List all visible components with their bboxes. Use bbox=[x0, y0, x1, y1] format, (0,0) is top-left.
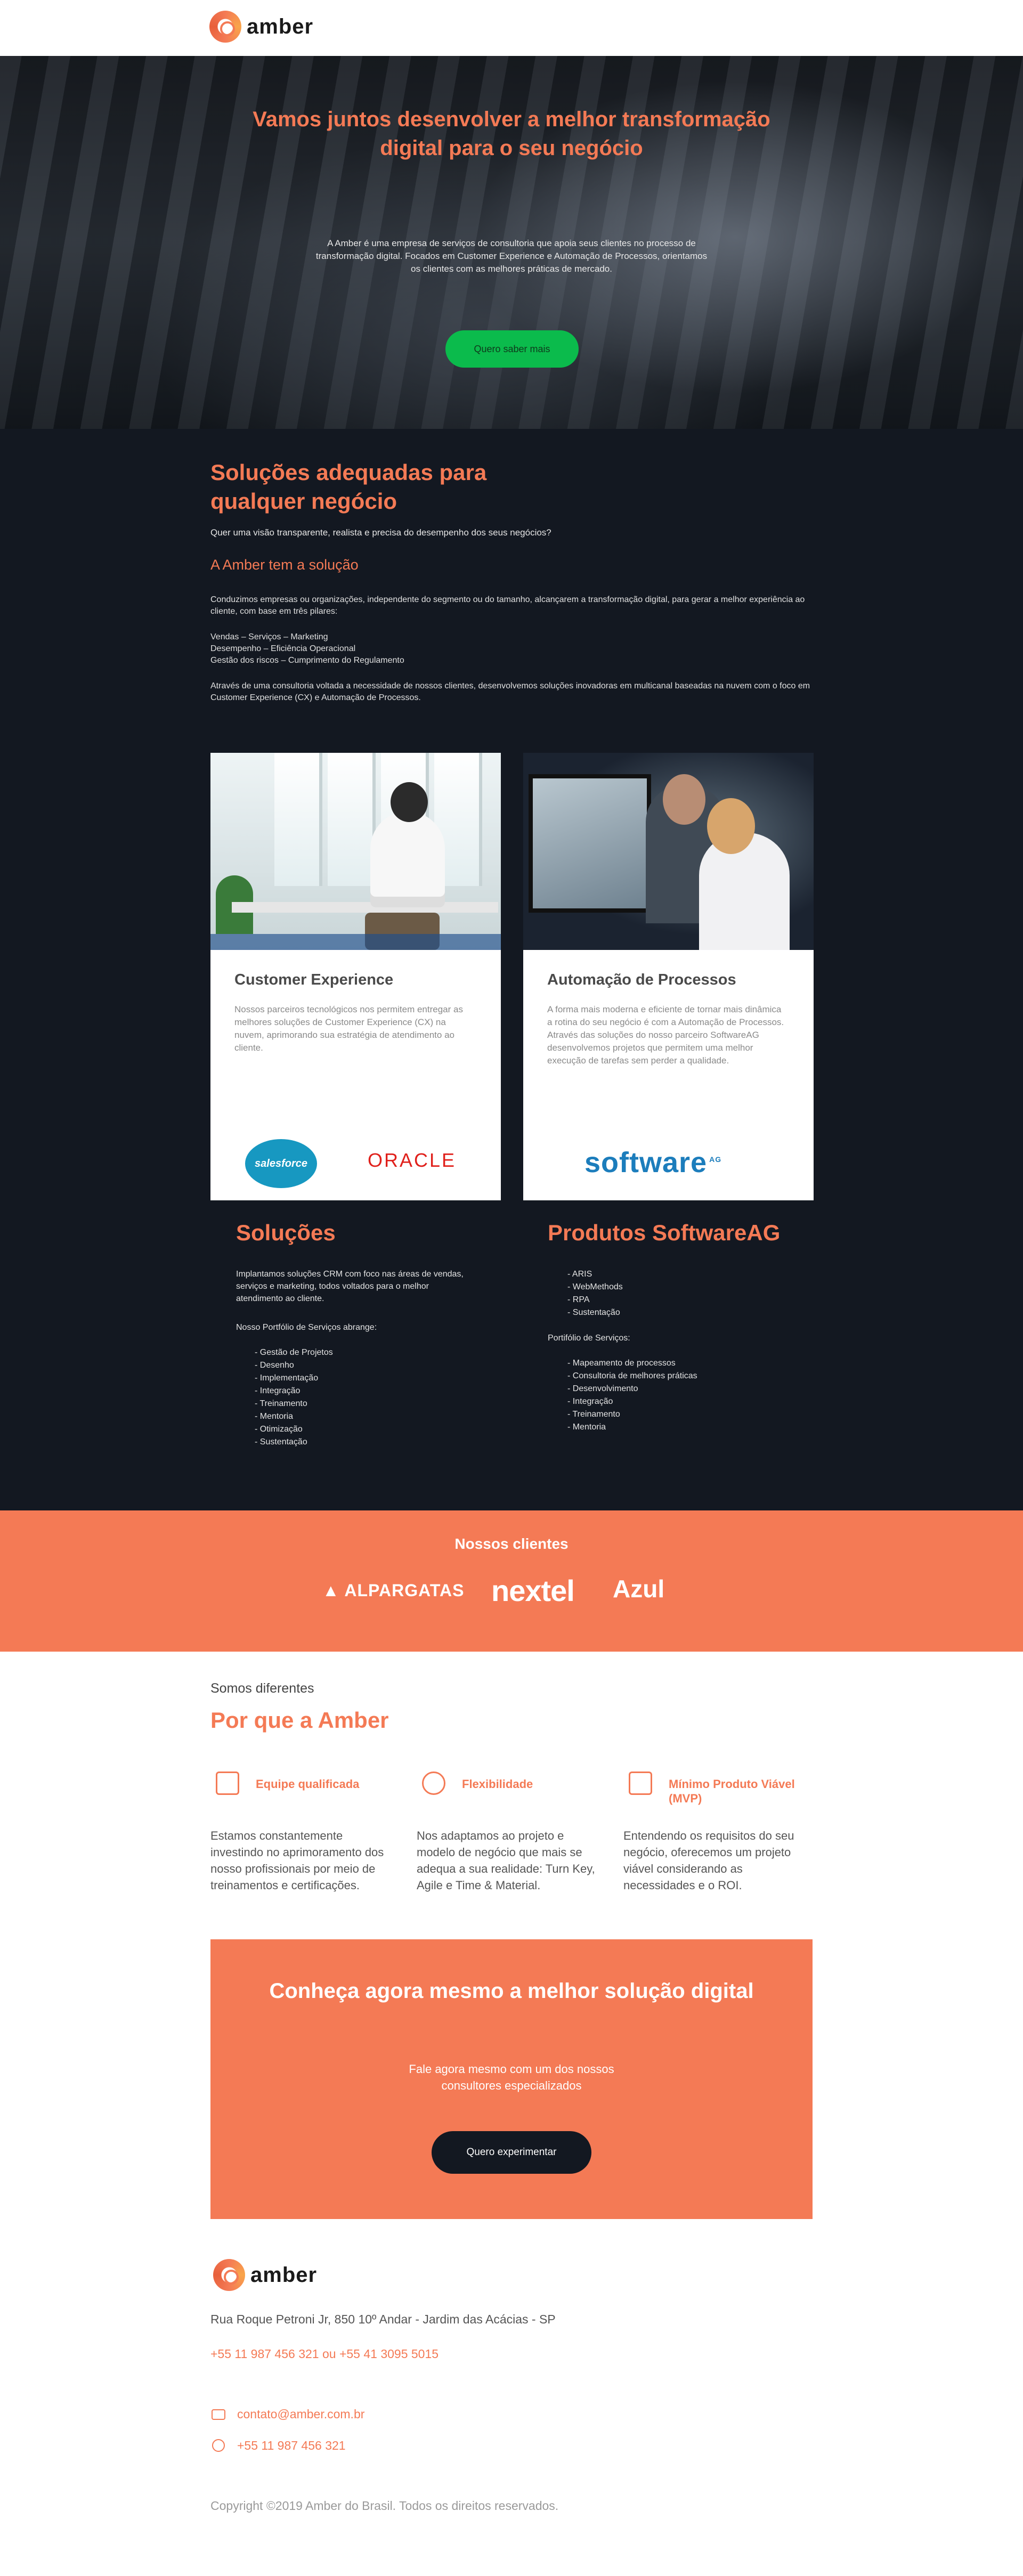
header: amber bbox=[0, 0, 1023, 56]
list-item: - Desenho bbox=[255, 1361, 294, 1370]
email-icon bbox=[212, 2409, 225, 2420]
solutions-question: Quer uma visão transparente, realista e … bbox=[210, 527, 551, 538]
card-title: Customer Experience bbox=[234, 971, 394, 988]
office-photo bbox=[210, 753, 501, 950]
list-item: - Treinamento bbox=[567, 1410, 620, 1419]
list-item: - ARIS bbox=[567, 1270, 592, 1279]
softwareag-logo-text: software bbox=[584, 1147, 708, 1179]
why-title: Por que a Amber bbox=[210, 1708, 389, 1733]
oracle-logo: ORACLE bbox=[368, 1149, 457, 1171]
whatsapp-icon bbox=[212, 2439, 225, 2452]
clients-section: Nossos clientes ▲ ALPARGATAS nextel Azul bbox=[0, 1510, 1023, 1652]
hero-description: A Amber é uma empresa de serviços de con… bbox=[315, 238, 708, 274]
card-process-automation: Automação de Processos A forma mais mode… bbox=[523, 753, 814, 1200]
list-item: - Sustentação bbox=[255, 1437, 307, 1447]
list-item: - Integração bbox=[567, 1397, 613, 1406]
list-item: - Desenvolvimento bbox=[567, 1384, 638, 1393]
footer-whatsapp-link[interactable]: +55 11 987 456 321 bbox=[237, 2439, 346, 2453]
solutions-section: Soluções adequadas para qualquer negócio… bbox=[0, 429, 1023, 1510]
feature-title: Mínimo Produto Viável (MVP) bbox=[669, 1777, 795, 1805]
salesforce-logo: salesforce bbox=[245, 1139, 317, 1188]
list-item: - Otimização bbox=[255, 1425, 303, 1434]
why-kicker: Somos diferentes bbox=[210, 1681, 314, 1696]
card-description: Nossos parceiros tecnológicos nos permit… bbox=[234, 1004, 463, 1053]
hero: Vamos juntos desenvolver a melhor transf… bbox=[0, 56, 1023, 429]
amber-logo-icon bbox=[213, 2259, 245, 2291]
solutions-title: Soluções adequadas para qualquer negócio bbox=[210, 460, 487, 514]
logo-text: amber bbox=[250, 2263, 318, 2287]
cta-section: Conheça agora mesmo a melhor solução dig… bbox=[210, 1939, 813, 2219]
list-item: - Mentoria bbox=[255, 1412, 294, 1421]
feature-title: Flexibilidade bbox=[462, 1777, 533, 1791]
list-item: - Sustentação bbox=[567, 1308, 620, 1317]
hero-cta-button[interactable]: Quero saber mais bbox=[445, 330, 579, 368]
clients-title: Nossos clientes bbox=[454, 1535, 569, 1552]
list-item: - RPA bbox=[567, 1295, 590, 1304]
feature-description: Estamos constantemente investindo no apr… bbox=[210, 1829, 384, 1892]
feature-description: Nos adaptamos ao projeto e modelo de neg… bbox=[417, 1829, 595, 1892]
pillar-1: Vendas – Serviços – Marketing bbox=[210, 632, 328, 641]
solucoes-title: Soluções bbox=[236, 1220, 336, 1245]
list-item: - Mapeamento de processos bbox=[567, 1359, 676, 1368]
produtos-list: - ARIS - WebMethods - RPA - Sustentação bbox=[567, 1268, 623, 1319]
softwareag-logo-suffix: AG bbox=[709, 1155, 722, 1164]
list-item: - Mentoria bbox=[567, 1423, 606, 1432]
alpargatas-logo: ▲ ALPARGATAS bbox=[322, 1581, 465, 1600]
solutions-intro: Conduzimos empresas ou organizações, ind… bbox=[210, 595, 805, 616]
azul-logo: Azul bbox=[613, 1575, 665, 1603]
cta-text: Fale agora mesmo com um dos nossos consu… bbox=[409, 2062, 614, 2092]
card-description: A forma mais moderna e eficiente de torn… bbox=[547, 1004, 784, 1066]
footer-logo[interactable]: amber bbox=[213, 2259, 317, 2291]
document-icon bbox=[629, 1771, 652, 1795]
page: amber Vamos juntos desenvolver a melhor … bbox=[0, 0, 1023, 2576]
list-item: - Consultoria de melhores práticas bbox=[567, 1371, 697, 1380]
pillar-2: Desempenho – Eficiência Operacional bbox=[210, 644, 356, 653]
list-item: - Implementação bbox=[255, 1374, 319, 1383]
footer-copyright: Copyright ©2019 Amber do Brasil. Todos o… bbox=[210, 2499, 559, 2513]
cta-title: Conheça agora mesmo a melhor solução dig… bbox=[269, 1979, 754, 2003]
card-title: Automação de Processos bbox=[547, 971, 736, 988]
produtos-title: Produtos SoftwareAG bbox=[548, 1220, 781, 1245]
alpargatas-logo-text: ALPARGATAS bbox=[344, 1581, 465, 1600]
solucoes-list: - Gestão de Projetos - Desenho - Impleme… bbox=[255, 1346, 333, 1449]
hero-title: Vamos juntos desenvolver a melhor transf… bbox=[253, 108, 770, 160]
pillar-3: Gestão dos riscos – Cumprimento do Regul… bbox=[210, 656, 404, 665]
nextel-logo: nextel bbox=[491, 1574, 575, 1607]
feature-description: Entendendo os requisitos do seu negócio,… bbox=[623, 1829, 794, 1892]
list-item: - Gestão de Projetos bbox=[255, 1348, 333, 1357]
card-customer-experience: Customer Experience Nossos parceiros tec… bbox=[210, 753, 501, 1200]
certificate-icon bbox=[216, 1771, 239, 1795]
feature-title: Equipe qualificada bbox=[256, 1777, 360, 1791]
hierarchy-icon bbox=[422, 1771, 445, 1795]
produtos-portfolio-label: Portifólio de Serviços: bbox=[548, 1334, 630, 1343]
team-photo bbox=[523, 753, 814, 950]
footer-phones[interactable]: +55 11 987 456 321 ou +55 41 3095 5015 bbox=[210, 2347, 439, 2361]
cta-button[interactable]: Quero experimentar bbox=[432, 2131, 591, 2174]
solucoes-text: Implantamos soluções CRM com foco nas ár… bbox=[236, 1270, 464, 1303]
logo-text: amber bbox=[247, 14, 314, 38]
softwareag-logo: software AG bbox=[584, 1146, 721, 1179]
list-item: - WebMethods bbox=[567, 1282, 623, 1291]
solutions-closing: Através de uma consultoria voltada a nec… bbox=[210, 681, 810, 702]
solucoes-portfolio-label: Nosso Portfólio de Serviços abrange: bbox=[236, 1323, 377, 1332]
list-item: - Integração bbox=[255, 1386, 301, 1395]
amber-logo-icon bbox=[209, 11, 241, 43]
list-item: - Treinamento bbox=[255, 1399, 307, 1408]
solutions-subtitle: A Amber tem a solução bbox=[210, 557, 359, 573]
header-logo[interactable]: amber bbox=[209, 11, 313, 43]
produtos-services-list: - Mapeamento de processos - Consultoria … bbox=[567, 1357, 697, 1434]
footer-address: Rua Roque Petroni Jr, 850 10º Andar - Ja… bbox=[210, 2312, 556, 2326]
footer-email-link[interactable]: contato@amber.com.br bbox=[237, 2407, 364, 2421]
